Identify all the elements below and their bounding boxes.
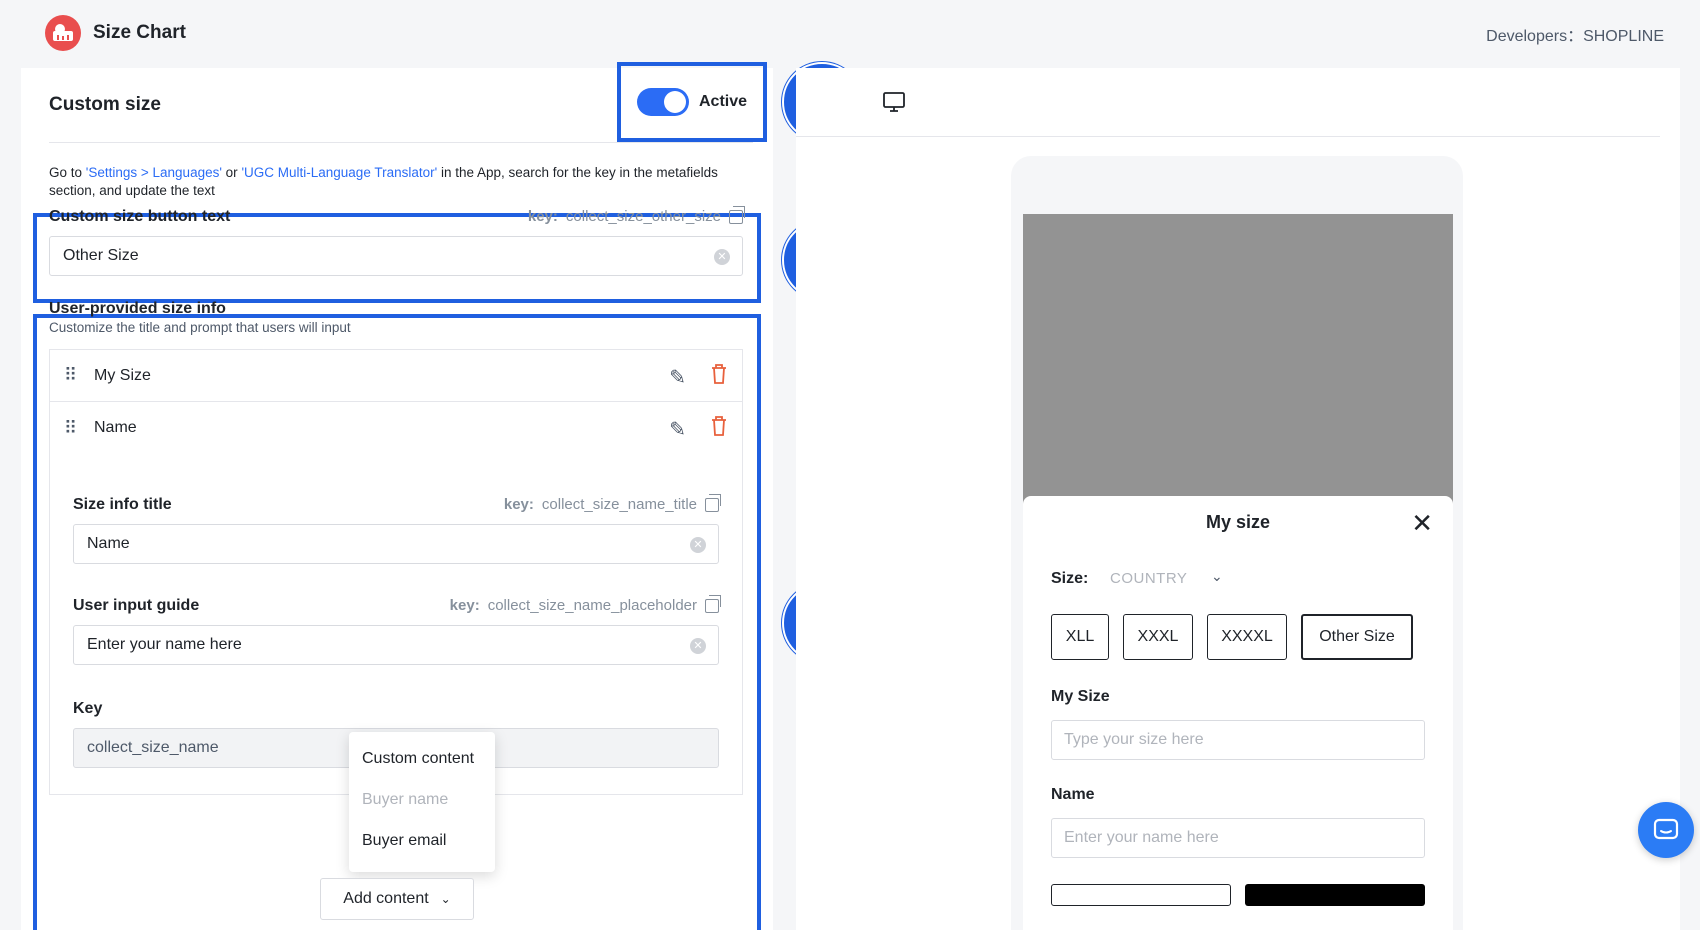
key-label: Key xyxy=(73,700,103,717)
developer-label: Developers：SHOPLINE xyxy=(1486,28,1664,45)
divider xyxy=(49,142,753,143)
top-bar: Size Chart Developers：SHOPLINE xyxy=(0,0,1700,66)
chat-support-button[interactable] xyxy=(1638,802,1694,858)
active-toggle-group: Active xyxy=(617,62,767,142)
dropdown-item-buyer-name: Buyer name xyxy=(362,790,449,808)
copy-icon[interactable] xyxy=(729,205,745,224)
phone-preview: My size ✕ Size: COUNTRY ⌄ XLL XXXL XXXXL… xyxy=(1011,156,1463,930)
close-icon[interactable]: ✕ xyxy=(1411,508,1433,539)
list-item[interactable]: ⠿ Name ✎ xyxy=(50,402,742,454)
size-info-list: ⠿ My Size ✎ ⠿ Name ✎ xyxy=(49,349,743,455)
my-size-input[interactable]: Type your size here xyxy=(1051,720,1425,760)
button-text-label: Custom size button text xyxy=(49,208,231,225)
user-input-guide-key: key: collect_size_name_placeholder xyxy=(450,594,721,614)
sheet-title: My size xyxy=(1205,512,1271,532)
drag-handle-icon[interactable]: ⠿ xyxy=(64,418,86,439)
ugc-translator-link[interactable]: 'UGC Multi-Language Translator' xyxy=(241,165,437,180)
chevron-down-icon: ⌄ xyxy=(1211,568,1223,584)
dropdown-item-custom-content[interactable]: Custom content xyxy=(349,738,495,779)
user-info-subtitle: Customize the title and prompt that user… xyxy=(49,320,351,335)
edit-icon[interactable]: ✎ xyxy=(669,365,686,390)
button-text-input[interactable]: Other Size ✕ xyxy=(49,236,743,276)
copy-icon[interactable] xyxy=(705,594,721,613)
app-logo-icon xyxy=(45,15,81,51)
copy-icon[interactable] xyxy=(705,493,721,512)
confirm-button[interactable] xyxy=(1245,884,1425,906)
user-input-guide-label: User input guide xyxy=(73,597,200,614)
panel-title: Custom size xyxy=(49,94,161,115)
name-input[interactable]: Enter your name here xyxy=(1051,818,1425,858)
settings-panel: Custom size Active Go to 'Settings > Lan… xyxy=(21,62,773,930)
trash-icon[interactable] xyxy=(710,363,728,385)
clear-icon[interactable]: ✕ xyxy=(714,249,730,265)
add-content-button[interactable]: Add content ⌄ xyxy=(320,878,474,920)
divider xyxy=(796,136,1660,137)
product-image-placeholder xyxy=(1023,214,1453,504)
user-input-guide-input[interactable]: Enter your name here ✕ xyxy=(73,625,719,665)
name-label: Name xyxy=(1051,786,1095,803)
add-content-dropdown: Custom content Buyer name Buyer email xyxy=(349,732,495,872)
drag-handle-icon[interactable]: ⠿ xyxy=(64,365,86,386)
button-text-key: key: collect_size_other_size xyxy=(528,205,745,225)
size-label: Size: xyxy=(1051,570,1089,587)
desktop-preview-icon[interactable] xyxy=(882,90,906,114)
clear-icon[interactable]: ✕ xyxy=(690,537,706,553)
settings-languages-link[interactable]: 'Settings > Languages' xyxy=(86,165,222,180)
dropdown-item-buyer-email[interactable]: Buyer email xyxy=(349,820,495,861)
trash-icon[interactable] xyxy=(710,415,728,437)
country-select[interactable]: COUNTRY xyxy=(1110,570,1187,587)
size-chip[interactable]: XLL xyxy=(1051,614,1109,660)
my-size-label: My Size xyxy=(1051,688,1110,705)
size-info-title-key: key: collect_size_name_title xyxy=(504,493,721,513)
list-item[interactable]: ⠿ My Size ✎ xyxy=(50,350,742,402)
chat-icon xyxy=(1653,818,1679,840)
user-info-title: User-provided size info xyxy=(49,300,226,317)
clear-icon[interactable]: ✕ xyxy=(690,638,706,654)
description-text: Go to 'Settings > Languages' or 'UGC Mul… xyxy=(49,165,718,198)
chevron-down-icon: ⌄ xyxy=(440,892,451,906)
cancel-button[interactable] xyxy=(1051,884,1231,906)
active-label: Active xyxy=(698,93,748,110)
active-toggle[interactable] xyxy=(636,88,689,116)
size-chip-other[interactable]: Other Size xyxy=(1301,614,1413,660)
size-chip[interactable]: XXXXL xyxy=(1207,614,1287,660)
size-sheet: My size ✕ Size: COUNTRY ⌄ XLL XXXL XXXXL… xyxy=(1023,496,1453,930)
edit-icon[interactable]: ✎ xyxy=(669,417,686,442)
size-info-title-label: Size info title xyxy=(73,496,172,513)
preview-panel: My size ✕ Size: COUNTRY ⌄ XLL XXXL XXXXL… xyxy=(796,68,1680,930)
app-title: Size Chart xyxy=(93,22,186,43)
size-chip[interactable]: XXXL xyxy=(1123,614,1193,660)
size-info-title-input[interactable]: Name ✕ xyxy=(73,524,719,564)
